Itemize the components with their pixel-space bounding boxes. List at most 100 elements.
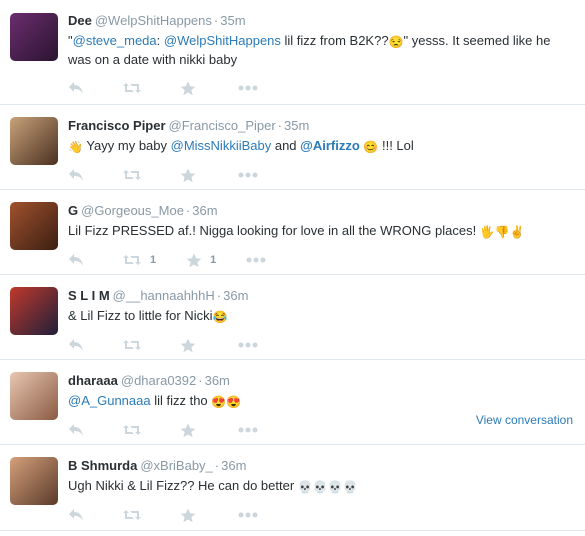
user-handle[interactable]: @xBriBaby_ <box>140 458 212 473</box>
tweet[interactable]: B Shmurda @xBriBaby_ · 36m Ugh Nikki & Lil F… <box>0 445 585 531</box>
more-button[interactable] <box>238 512 258 518</box>
user-handle[interactable]: @WelpShitHappens <box>95 13 212 28</box>
mention-link[interactable]: @steve_meda <box>73 33 157 48</box>
tweet[interactable]: G @Gorgeous_Moe · 36m Lil Fizz PRESSED af.! … <box>0 190 585 275</box>
favorite-button[interactable] <box>180 423 196 438</box>
tweet-text: & Lil Fizz to little for Nicki😂 <box>68 307 573 326</box>
reply-icon <box>68 338 84 352</box>
tweet-text: "@steve_meda: @WelpShitHappens lil fizz … <box>68 32 573 69</box>
separator-dot: · <box>214 458 220 473</box>
user-name[interactable]: Dee <box>68 13 92 28</box>
mention-link[interactable]: @WelpShitHappens <box>164 33 281 48</box>
more-button[interactable] <box>238 172 258 178</box>
retweet-icon <box>122 168 142 182</box>
text-segment: lil fizz from B2K?? <box>280 33 389 48</box>
retweet-icon <box>122 338 142 352</box>
timestamp[interactable]: 36m <box>205 373 230 388</box>
user-handle[interactable]: @__hannaahhhH <box>113 288 215 303</box>
reply-button[interactable] <box>68 81 84 95</box>
more-button[interactable] <box>246 257 266 263</box>
retweet-count: 1 <box>150 254 157 266</box>
more-icon <box>246 257 266 263</box>
tweet-timeline: Dee @WelpShitHappens · 35m "@steve_meda: @We… <box>0 0 585 531</box>
retweet-button[interactable] <box>122 168 142 182</box>
more-icon <box>238 342 258 348</box>
favorite-icon <box>180 338 196 353</box>
avatar[interactable] <box>10 457 58 505</box>
favorite-icon <box>180 81 196 96</box>
avatar[interactable] <box>10 287 58 335</box>
avatar[interactable] <box>10 372 58 420</box>
user-name[interactable]: G <box>68 203 78 218</box>
retweet-button[interactable] <box>122 81 142 95</box>
tweet[interactable]: S L I M @__hannaahhhH · 36m & Lil Fizz to li… <box>0 275 585 360</box>
user-name[interactable]: S L I M <box>68 288 110 303</box>
tweet-content: Dee @WelpShitHappens · 35m "@steve_meda: @We… <box>68 12 577 69</box>
tweet-content: B Shmurda @xBriBaby_ · 36m Ugh Nikki & Lil F… <box>68 457 577 496</box>
reply-button[interactable] <box>68 338 84 352</box>
user-name[interactable]: dharaaa <box>68 373 118 388</box>
tweet-text: Lil Fizz PRESSED af.! Nigga looking for … <box>68 222 573 241</box>
tweet-text: 👋 Yayy my baby @MissNikkiiBaby and @Airf… <box>68 137 573 156</box>
user-name[interactable]: Francisco Piper <box>68 118 166 133</box>
timestamp[interactable]: 35m <box>284 118 309 133</box>
retweet-icon <box>122 423 142 437</box>
tweet-header: B Shmurda @xBriBaby_ · 36m <box>68 457 577 475</box>
tweet[interactable]: Dee @WelpShitHappens · 35m "@steve_meda: @We… <box>0 0 585 105</box>
timestamp[interactable]: 36m <box>223 288 248 303</box>
text-segment: and <box>271 138 301 153</box>
favorite-button[interactable] <box>180 81 196 96</box>
retweet-button[interactable]: 1 <box>122 253 156 267</box>
tweet-header: dharaaa @dhara0392 · 36m <box>68 372 577 390</box>
tweet[interactable]: Francisco Piper @Francisco_Piper · 35m 👋 Yay… <box>0 105 585 190</box>
retweet-icon <box>122 253 142 267</box>
retweet-button[interactable] <box>122 423 142 437</box>
avatar[interactable] <box>10 202 58 250</box>
tweet-actions <box>68 422 298 438</box>
timestamp[interactable]: 36m <box>221 458 246 473</box>
favorite-button[interactable]: 1 <box>186 253 216 268</box>
tweet-actions <box>68 507 298 523</box>
reply-button[interactable] <box>68 168 84 182</box>
favorite-button[interactable] <box>180 338 196 353</box>
mention-link[interactable]: @MissNikkiiBaby <box>171 138 272 153</box>
more-button[interactable] <box>238 427 258 433</box>
view-conversation-link[interactable]: View conversation <box>476 413 573 427</box>
user-handle[interactable]: @dhara0392 <box>121 373 196 388</box>
retweet-button[interactable] <box>122 508 142 522</box>
more-icon <box>238 427 258 433</box>
separator-dot: · <box>198 373 203 388</box>
favorite-button[interactable] <box>180 508 196 523</box>
more-icon <box>238 172 258 178</box>
retweet-icon <box>122 81 142 95</box>
tweet-actions <box>68 80 298 96</box>
timestamp[interactable]: 36m <box>192 203 217 218</box>
reply-button[interactable] <box>68 508 84 522</box>
timestamp[interactable]: 35m <box>220 13 245 28</box>
tweet-header: Francisco Piper @Francisco_Piper · 35m <box>68 117 577 135</box>
user-name[interactable]: B Shmurda <box>68 458 137 473</box>
reply-icon <box>68 81 84 95</box>
mention-link[interactable]: @A_Gunnaaa <box>68 393 151 408</box>
reply-button[interactable] <box>68 423 84 437</box>
reply-button[interactable] <box>68 253 84 267</box>
avatar[interactable] <box>10 117 58 165</box>
user-handle[interactable]: @Francisco_Piper <box>169 118 276 133</box>
emoji: 👋 <box>68 140 83 154</box>
avatar[interactable] <box>10 13 58 61</box>
separator-dot: · <box>277 118 283 133</box>
more-button[interactable] <box>238 85 258 91</box>
more-button[interactable] <box>238 342 258 348</box>
text-segment: !!! Lol <box>378 138 414 153</box>
retweet-button[interactable] <box>122 338 142 352</box>
tweet-content: Francisco Piper @Francisco_Piper · 35m 👋 Yay… <box>68 117 577 156</box>
text-segment: & Lil Fizz to little for Nicki <box>68 308 213 323</box>
tweet-actions: 11 <box>68 252 306 268</box>
tweet-header: S L I M @__hannaahhhH · 36m <box>68 287 577 305</box>
user-handle[interactable]: @Gorgeous_Moe <box>81 203 184 218</box>
tweet[interactable]: dharaaa @dhara0392 · 36m @A_Gunnaaa lil fizz… <box>0 360 585 445</box>
text-segment: lil fizz tho <box>150 393 212 408</box>
mention-link[interactable]: @Airfizzo <box>300 138 360 153</box>
emoji: 😊 <box>363 140 379 154</box>
favorite-button[interactable] <box>180 168 196 183</box>
